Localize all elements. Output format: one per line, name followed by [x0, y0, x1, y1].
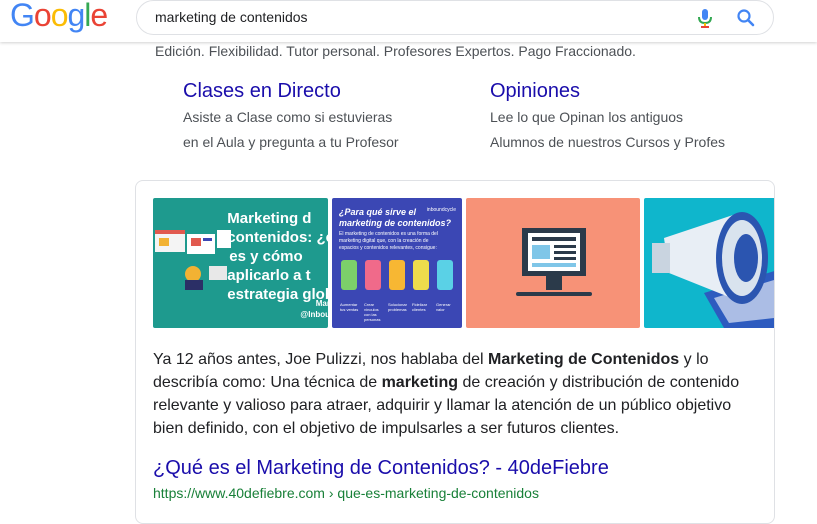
illustration-icon [155, 230, 231, 290]
megaphone-icon [652, 212, 774, 328]
thumbnail-heading: Marketing d contenidos: ¿c es y cómo apl… [227, 209, 328, 304]
phone-icon [389, 260, 405, 290]
thumbnail-line: es y cómo [229, 248, 303, 265]
phone-icon [341, 260, 357, 290]
thumbnail-credit-line: @Inbou [300, 310, 328, 319]
sitelink-clases: Clases en Directo Asiste a Clase como si… [183, 80, 399, 153]
sitelink-opiniones: Opiniones Lee lo que Opinan los antiguos… [490, 80, 725, 153]
logo-letter: e [90, 0, 108, 33]
google-logo[interactable]: Google [10, 0, 108, 34]
ad-snippet: Edición. Flexibilidad. Tutor personal. P… [155, 43, 636, 59]
search-input[interactable] [155, 6, 675, 28]
search-box [136, 0, 774, 35]
thumbnail-image[interactable]: Marketing d contenidos: ¿c es y cómo apl… [153, 198, 328, 328]
result-url[interactable]: https://www.40defiebre.com › que-es-mark… [153, 485, 539, 501]
sitelink-desc-line: Lee lo que Opinan los antiguos [490, 109, 684, 125]
phone-caption: Fidelizar clientes [412, 302, 428, 312]
result-title-link[interactable]: ¿Qué es el Marketing de Contenidos? - 40… [153, 457, 609, 480]
thumbnail-title-line: marketing de contenidos? [339, 218, 452, 228]
image-strip: Marketing d contenidos: ¿c es y cómo apl… [153, 198, 774, 328]
thumbnail-credit: Mar @Inbou [300, 298, 328, 320]
logo-letter: o [33, 0, 52, 33]
mic-icon[interactable] [695, 7, 715, 29]
phone-icon [365, 260, 381, 290]
sitelink-title[interactable]: Opiniones [490, 80, 725, 103]
desc-bold: Marketing de Contenidos [488, 351, 680, 368]
featured-snippet-card: Marketing d contenidos: ¿c es y cómo apl… [135, 180, 775, 524]
thumbnail-line: contenidos: ¿c [227, 229, 328, 246]
phone-caption: Aumentar tus ventas [340, 302, 359, 312]
snippet-description: Ya 12 años antes, Joe Pulizzi, nos habla… [153, 348, 753, 440]
logo-letter: G [10, 0, 35, 33]
desc-text: Ya 12 años antes, Joe Pulizzi, nos habla… [153, 351, 489, 368]
phone-icon [437, 260, 453, 290]
sitelink-desc-line: en el Aula y pregunta a tu Profesor [183, 134, 399, 150]
desc-bold: marketing [381, 374, 459, 391]
thumbnail-image[interactable] [644, 198, 774, 328]
phone-icon [413, 260, 429, 290]
logo-letter: o [50, 0, 69, 33]
thumbnail-image[interactable]: inboundcycle ¿Para qué sirve el marketin… [332, 198, 462, 328]
thumbnail-title-line: ¿Para qué sirve el [339, 207, 417, 217]
sitelink-desc-line: Asiste a Clase como si estuvieras [183, 109, 393, 125]
phone-caption: Crear vínculos con las personas [364, 302, 381, 322]
sitelink-title[interactable]: Clases en Directo [183, 80, 399, 103]
thumbnail-subtitle: El marketing de contenidos es una forma … [339, 231, 438, 251]
thumbnail-image[interactable] [466, 198, 640, 328]
search-icon[interactable] [735, 7, 757, 29]
logo-letter: g [67, 0, 85, 33]
thumbnail-line: aplicarlo a t [227, 267, 311, 284]
sitelink-desc-line: Alumnos de nuestros Cursos y Profes [490, 134, 725, 150]
thumbnail-credit-line: Mar [315, 299, 328, 308]
thumbnail-title: ¿Para qué sirve el marketing de contenid… [339, 207, 451, 229]
top-bar: Google [0, 0, 817, 42]
thumbnail-line: Marketing d [227, 210, 312, 227]
phone-caption: Solucionar problemas [388, 302, 407, 312]
monitor-icon [516, 228, 592, 296]
phone-caption: Generar valor [436, 302, 451, 312]
